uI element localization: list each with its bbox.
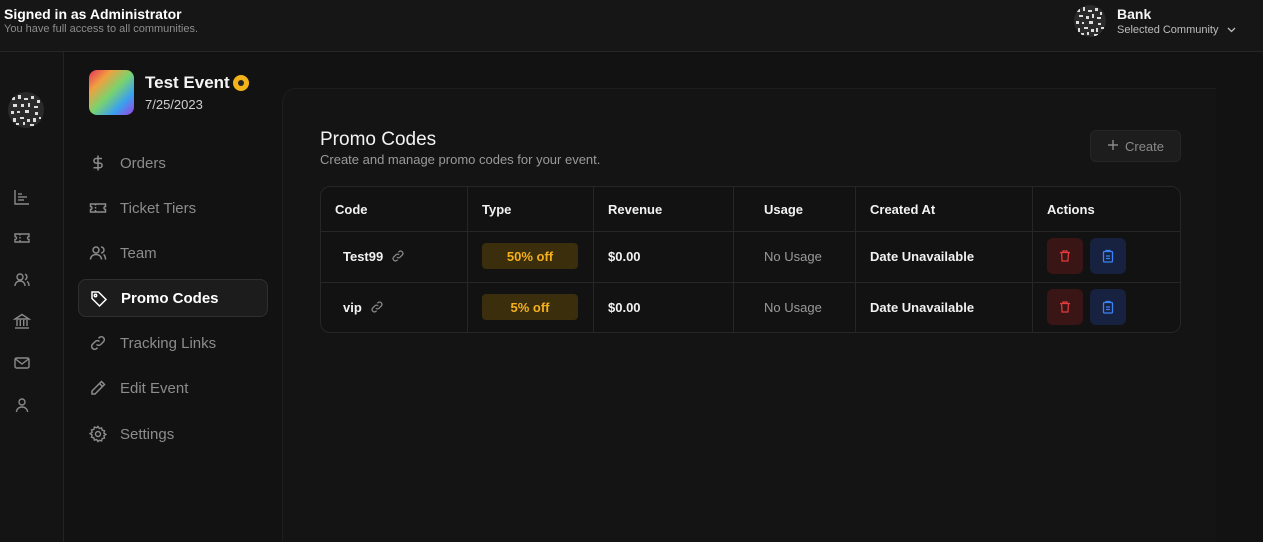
users-icon[interactable] (12, 270, 32, 290)
sidebar-item-edit-event[interactable]: Edit Event (78, 369, 268, 407)
signed-in-title: Signed in as Administrator (4, 6, 182, 22)
table-cell-usage: No Usage (734, 282, 855, 332)
link-icon[interactable] (370, 300, 384, 314)
trash-icon (1060, 301, 1070, 313)
row-divider (321, 282, 1180, 283)
column-header-usage: Usage (764, 201, 804, 217)
row-divider (321, 231, 1180, 232)
column-actions: Actions (1033, 187, 1180, 332)
gear-icon (88, 424, 108, 444)
community-avatar (1074, 5, 1106, 37)
page-subtitle: Create and manage promo codes for your e… (320, 152, 601, 167)
trash-icon (1060, 250, 1070, 262)
column-type: Type 50% off 5% off (468, 187, 594, 332)
create-button-label: Create (1124, 138, 1165, 154)
column-header-actions: Actions (1047, 201, 1095, 217)
table-cell-actions (1033, 231, 1180, 281)
sidebar-item-label: Team (120, 244, 157, 262)
table-cell-actions (1033, 282, 1180, 332)
event-title: Test Event (145, 73, 230, 92)
sidebar-item-label: Orders (120, 154, 166, 172)
ticket-icon (88, 198, 108, 218)
sidebar-item-settings[interactable]: Settings (78, 415, 268, 453)
promo-codes-panel: Promo Codes Create and manage promo code… (282, 88, 1216, 542)
table-cell-revenue: $0.00 (594, 282, 733, 332)
delete-button[interactable] (1047, 289, 1083, 325)
promo-code: Test99 (343, 248, 384, 264)
column-code: Code Test99 vip (321, 187, 468, 332)
promo-codes-table: Code Test99 vip Type 50% off 5% off Reve… (320, 186, 1181, 333)
table-cell-usage: No Usage (734, 231, 855, 281)
access-note: You have full access to all communities. (4, 23, 199, 35)
users-icon (88, 243, 108, 263)
event-date: 7/25/2023 (145, 97, 203, 112)
table-cell-code: Test99 (321, 231, 467, 281)
event-thumbnail (89, 70, 134, 115)
user-icon[interactable] (12, 395, 32, 415)
dollar-icon (88, 153, 108, 173)
sidebar-item-promo-codes[interactable]: Promo Codes (78, 279, 268, 317)
column-header-code: Code (335, 201, 368, 217)
community-name: Bank (1117, 6, 1152, 22)
revenue-value: $0.00 (608, 248, 641, 264)
event-sidebar: Test Event 7/25/2023 Orders Ticket Tiers… (64, 52, 282, 542)
table-cell-type: 50% off (468, 231, 593, 281)
column-revenue: Revenue $0.00 $0.00 (594, 187, 734, 332)
chart-icon[interactable] (12, 187, 32, 207)
plus-icon (1107, 139, 1119, 154)
created-at-value: Date Unavailable (870, 248, 975, 264)
created-at-value: Date Unavailable (870, 299, 975, 315)
create-button[interactable]: Create (1090, 130, 1181, 162)
event-status-icon (233, 75, 249, 91)
link-icon[interactable] (391, 249, 405, 263)
page-title: Promo Codes (320, 129, 437, 150)
copy-button[interactable] (1090, 238, 1126, 274)
delete-button[interactable] (1047, 238, 1083, 274)
column-header-type: Type (482, 201, 512, 217)
top-bar: Signed in as Administrator You have full… (0, 0, 1263, 52)
usage-value: No Usage (764, 299, 822, 315)
table-cell-created-at: Date Unavailable (856, 231, 1032, 281)
mail-icon[interactable] (12, 353, 32, 373)
table-cell-code: vip (321, 282, 467, 332)
column-created-at: Created At Date Unavailable Date Unavail… (856, 187, 1033, 332)
copy-button[interactable] (1090, 289, 1126, 325)
sidebar-item-label: Edit Event (120, 379, 189, 397)
pencil-icon (88, 378, 108, 398)
promo-code: vip (343, 299, 362, 315)
clipboard-icon (1102, 300, 1114, 314)
sidebar-item-tracking-links[interactable]: Tracking Links (78, 324, 268, 362)
table-cell-revenue: $0.00 (594, 231, 733, 281)
tag-icon (89, 289, 109, 309)
table-cell-type: 5% off (468, 282, 593, 332)
ticket-icon[interactable] (12, 228, 32, 248)
table-cell-created-at: Date Unavailable (856, 282, 1032, 332)
link-icon (88, 333, 108, 353)
community-subtitle: Selected Community (1117, 24, 1219, 36)
clipboard-icon (1102, 249, 1114, 263)
sidebar-item-label: Tracking Links (120, 334, 217, 352)
sidebar-item-ticket-tiers[interactable]: Ticket Tiers (78, 189, 268, 227)
sidebar-item-label: Ticket Tiers (120, 199, 197, 217)
app-rail (0, 52, 64, 542)
bank-icon[interactable] (12, 311, 32, 331)
community-switcher[interactable]: Bank Selected Community (1074, 5, 1259, 39)
usage-value: No Usage (764, 248, 822, 264)
column-header-created-at: Created At (870, 201, 936, 217)
sidebar-item-label: Settings (120, 425, 175, 443)
sidebar-item-orders[interactable]: Orders (78, 144, 268, 182)
sidebar-item-team[interactable]: Team (78, 234, 268, 272)
chevron-down-icon (1227, 25, 1236, 36)
column-header-revenue: Revenue (608, 201, 663, 217)
discount-badge: 5% off (482, 294, 578, 320)
column-usage: Usage No Usage No Usage (734, 187, 856, 332)
community-avatar[interactable] (8, 92, 44, 128)
sidebar-item-label: Promo Codes (121, 289, 219, 307)
discount-badge: 50% off (482, 243, 578, 269)
revenue-value: $0.00 (608, 299, 641, 315)
